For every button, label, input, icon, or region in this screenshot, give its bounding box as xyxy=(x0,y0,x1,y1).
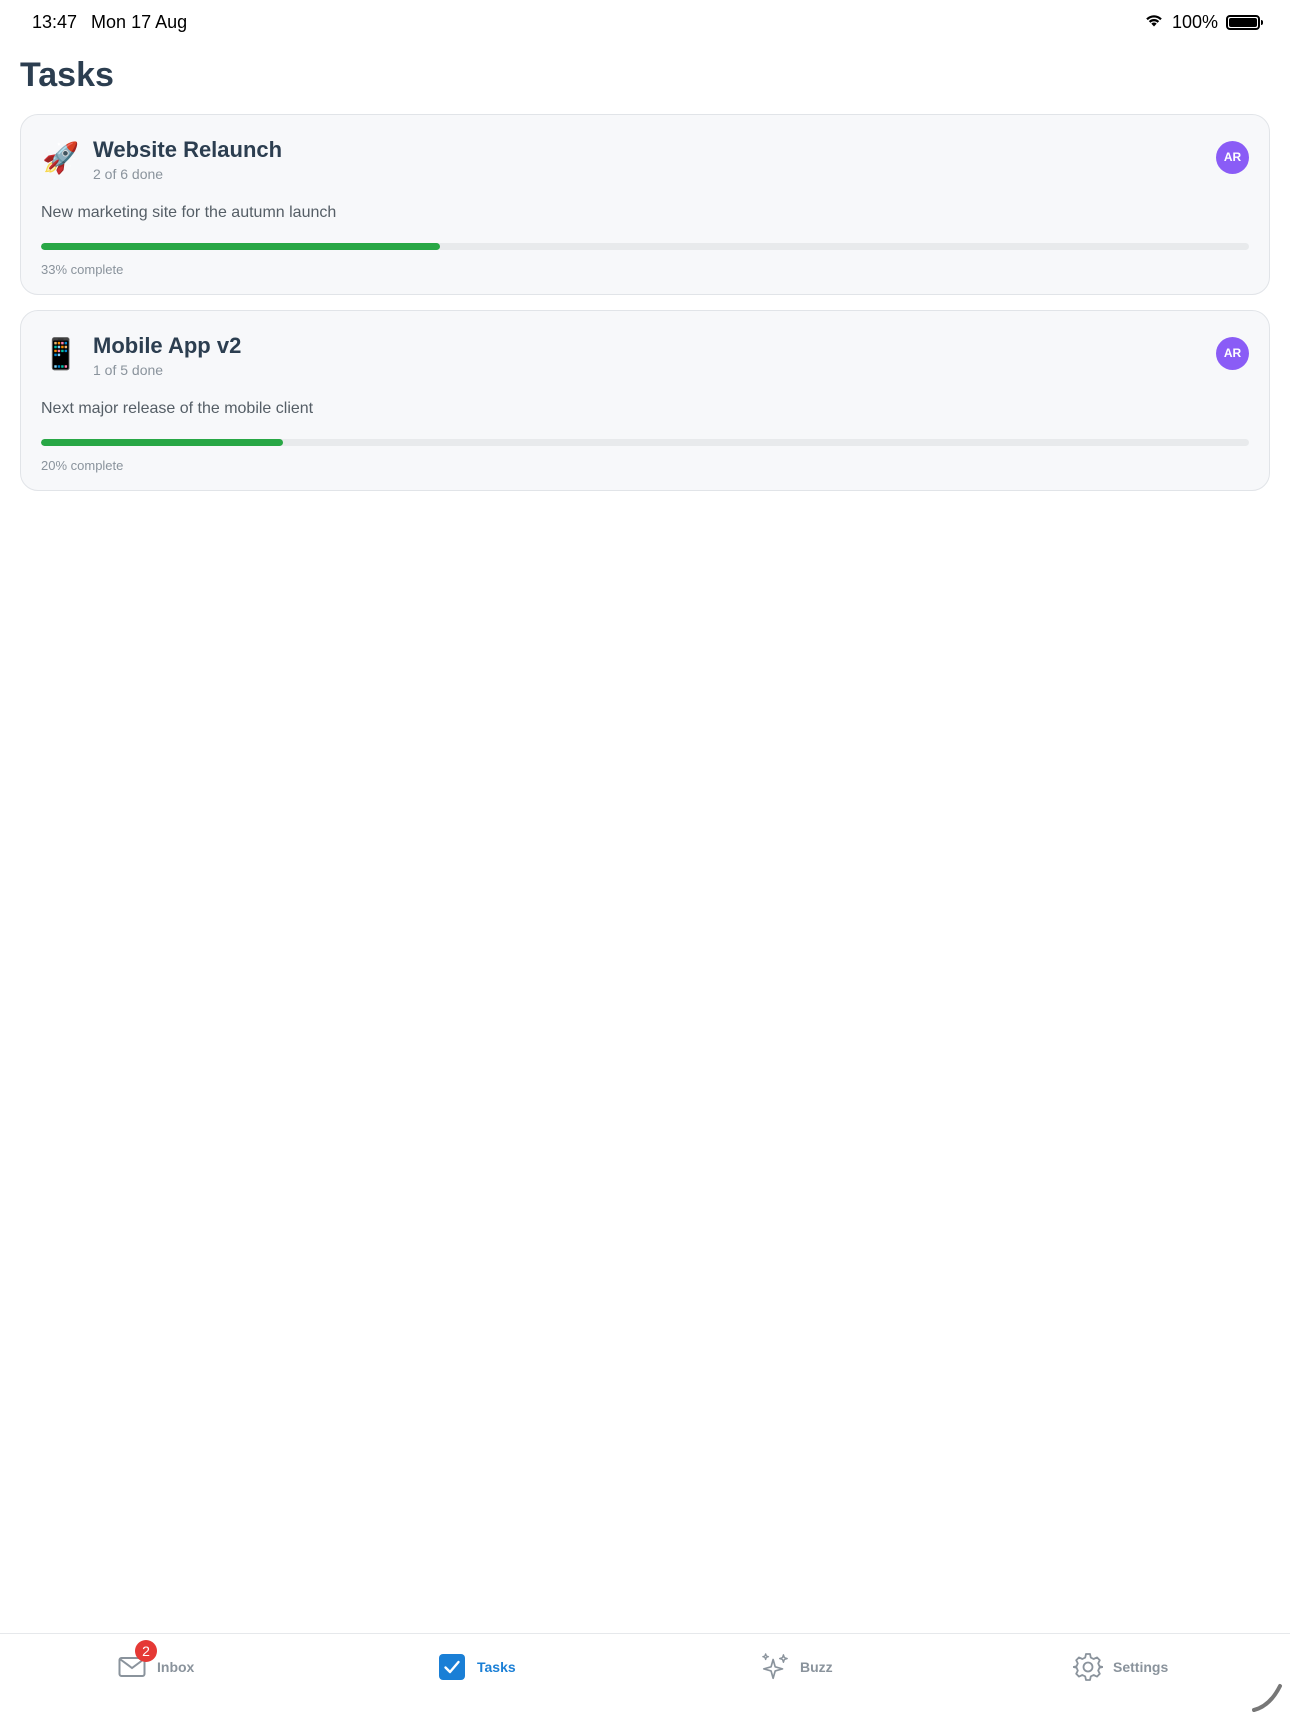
progress-fill xyxy=(41,243,440,250)
status-left: 13:47 Mon 17 Aug xyxy=(32,12,187,33)
project-count: 1 of 5 done xyxy=(93,362,164,378)
sparkles-icon xyxy=(760,1652,790,1682)
avatar[interactable]: AR xyxy=(1216,337,1249,370)
project-card[interactable]: 📱 Mobile App v2 1 of 5 done AR Next majo… xyxy=(20,310,1270,491)
wifi-icon xyxy=(1144,12,1164,33)
progress-fill xyxy=(41,439,283,446)
battery-percent: 100% xyxy=(1171,11,1218,32)
project-description: Next major release of the mobile client xyxy=(41,400,314,417)
tab-buzz[interactable]: Buzz xyxy=(760,1650,833,1684)
tab-bar: 2 Inbox Tasks Buzz Settings xyxy=(0,1633,1290,1720)
screen: 13:47 Mon 17 Aug 100% Tasks 🚀 Website Re… xyxy=(0,0,1290,1720)
tab-settings[interactable]: Settings xyxy=(1073,1650,1168,1684)
card-titles: Mobile App v2 1 of 5 done xyxy=(93,333,241,378)
battery-icon xyxy=(1226,14,1263,30)
project-count: 2 of 6 done xyxy=(93,166,164,182)
progress-text: 20% complete xyxy=(41,458,124,473)
progress-bar xyxy=(41,243,1249,250)
status-time: 13:47 xyxy=(32,11,78,32)
tab-label: Buzz xyxy=(800,1659,833,1675)
phone-icon: 📱 xyxy=(42,338,80,371)
checkbox-icon xyxy=(437,1652,467,1682)
tab-label: Tasks xyxy=(477,1659,516,1675)
status-bar: 13:47 Mon 17 Aug 100% xyxy=(0,0,1290,44)
progress-bar xyxy=(41,439,1249,446)
project-name: Mobile App v2 xyxy=(93,333,242,358)
card-titles: Website Relaunch 2 of 6 done xyxy=(93,137,282,182)
progress-text: 33% complete xyxy=(41,262,124,277)
project-list: 🚀 Website Relaunch 2 of 6 done AR New ma… xyxy=(20,114,1270,506)
card-head: 🚀 Website Relaunch 2 of 6 done xyxy=(41,137,1249,182)
tab-inbox[interactable]: 2 Inbox xyxy=(117,1640,195,1684)
tab-label: Inbox xyxy=(157,1659,195,1675)
resize-handle-icon xyxy=(1252,1684,1282,1712)
tab-label: Settings xyxy=(1113,1659,1169,1675)
project-description: New marketing site for the autumn launch xyxy=(41,204,337,221)
mail-icon: 2 xyxy=(117,1640,157,1682)
rocket-icon: 🚀 xyxy=(42,142,80,175)
card-head: 📱 Mobile App v2 1 of 5 done xyxy=(41,333,1249,378)
project-card[interactable]: 🚀 Website Relaunch 2 of 6 done AR New ma… xyxy=(20,114,1270,295)
tab-tasks[interactable]: Tasks xyxy=(437,1650,516,1684)
page-title: Tasks xyxy=(20,56,114,94)
inbox-badge: 2 xyxy=(135,1640,157,1662)
gear-icon xyxy=(1073,1652,1103,1682)
avatar[interactable]: AR xyxy=(1216,141,1249,174)
status-date: Mon 17 Aug xyxy=(91,11,188,32)
project-name: Website Relaunch xyxy=(93,137,283,162)
status-right: 100% xyxy=(1144,11,1263,33)
